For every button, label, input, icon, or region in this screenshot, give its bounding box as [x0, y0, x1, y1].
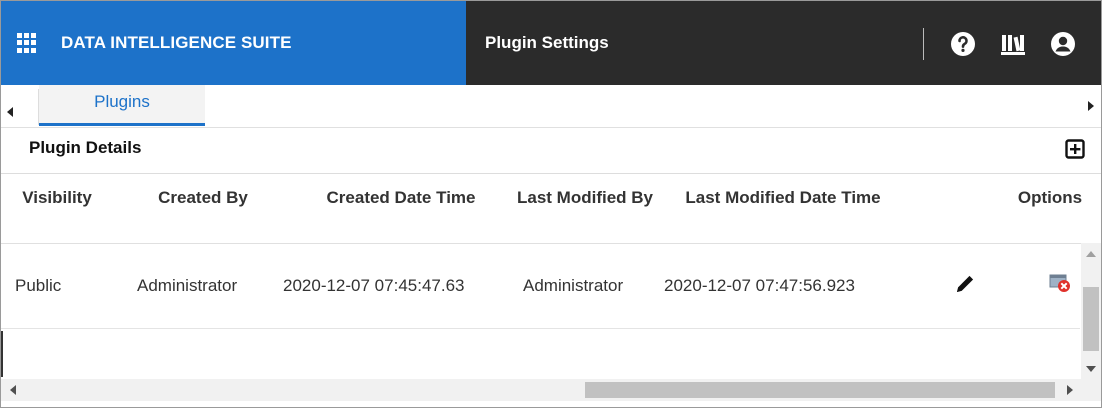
tab-scroll-right-icon[interactable]: [1088, 101, 1094, 111]
tab-scroll-left-icon[interactable]: [7, 107, 13, 117]
vertical-scrollbar[interactable]: [1081, 243, 1101, 379]
table-header: Visibility Created By Created Date Time …: [1, 173, 1101, 244]
scroll-up-icon[interactable]: [1086, 251, 1096, 257]
column-header-last-modified-by[interactable]: Last Modified By: [515, 187, 655, 208]
app-title: DATA INTELLIGENCE SUITE: [61, 33, 292, 52]
table-row[interactable]: Public Administrator 2020-12-07 07:45:47…: [1, 243, 1080, 329]
edit-pencil-icon[interactable]: [954, 273, 976, 295]
help-icon[interactable]: [950, 31, 976, 57]
column-header-created-by[interactable]: Created By: [135, 187, 271, 208]
plugin-details-bar: Plugin Details: [1, 127, 1101, 174]
scroll-left-icon[interactable]: [10, 385, 16, 395]
scrollbar-corner: [1081, 379, 1101, 401]
apps-grid-icon[interactable]: [17, 33, 37, 53]
library-icon[interactable]: [1000, 31, 1026, 57]
user-account-icon[interactable]: [1050, 31, 1076, 57]
scroll-down-icon[interactable]: [1086, 366, 1096, 372]
column-header-last-modified-date-time[interactable]: Last Modified Date Time: [673, 187, 893, 208]
horizontal-scrollbar[interactable]: [1, 379, 1081, 401]
page-title: Plugin Settings: [485, 33, 609, 52]
section-title: Plugin Details: [29, 138, 142, 157]
plugin-settings-window: DATA INTELLIGENCE SUITE Plugin Settings …: [0, 0, 1102, 408]
horizontal-scroll-thumb[interactable]: [585, 382, 1055, 398]
add-square-icon[interactable]: [1065, 139, 1085, 159]
column-header-created-date-time[interactable]: Created Date Time: [291, 187, 511, 208]
column-header-options[interactable]: Options: [1003, 187, 1097, 208]
scroll-right-icon[interactable]: [1067, 385, 1073, 395]
cell-last-modified-by: Administrator: [523, 276, 624, 295]
brand-area: DATA INTELLIGENCE SUITE: [1, 1, 466, 85]
column-header-visibility[interactable]: Visibility: [1, 187, 117, 208]
cell-last-modified-date-time: 2020-12-07 07:47:56.923: [664, 276, 855, 295]
vertical-scroll-thumb[interactable]: [1083, 287, 1099, 351]
tab-plugins[interactable]: Plugins: [39, 85, 205, 126]
row-edge-marker: [1, 331, 3, 377]
cell-created-date-time: 2020-12-07 07:45:47.63: [283, 276, 465, 295]
tab-strip: Plugins: [1, 85, 1101, 128]
top-bar: DATA INTELLIGENCE SUITE Plugin Settings: [1, 1, 1101, 85]
header-divider: [923, 28, 924, 60]
delete-icon[interactable]: [1049, 273, 1071, 293]
cell-created-by: Administrator: [137, 276, 238, 295]
cell-visibility: Public: [15, 276, 62, 295]
